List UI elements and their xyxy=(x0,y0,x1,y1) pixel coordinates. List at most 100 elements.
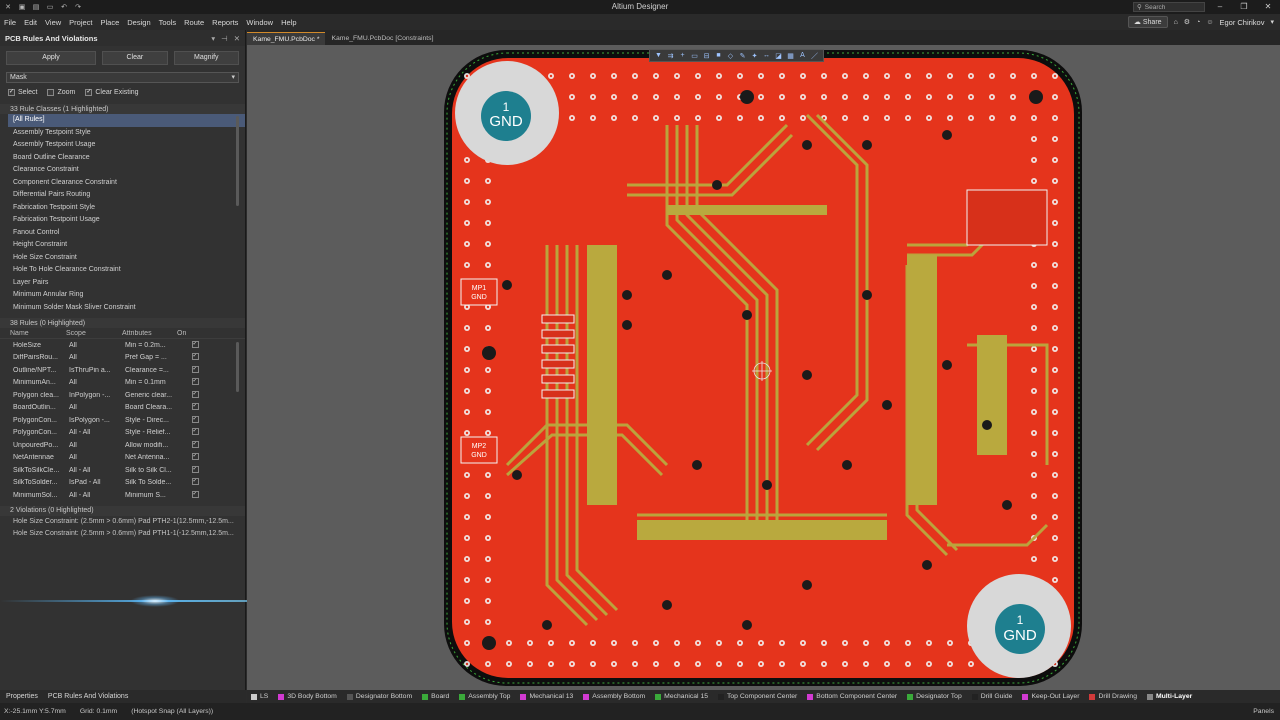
table-row[interactable]: Polygon clea... InPolygon -... Generic cle… xyxy=(0,389,245,402)
rule-enabled-checkbox[interactable]: ✓ xyxy=(180,390,210,400)
dimension-icon[interactable]: ↔ xyxy=(762,52,771,59)
table-row[interactable]: BoardOutlin... All Board Cleara... ✓ xyxy=(0,402,245,415)
table-row[interactable]: UnpouredPo... All Allow modifi... ✓ xyxy=(0,439,245,452)
layer-tab[interactable]: Mechanical 13 xyxy=(520,693,573,700)
line-icon[interactable]: ／ xyxy=(810,51,819,61)
col-name[interactable]: Name xyxy=(10,330,66,337)
undo-icon[interactable]: ↶ xyxy=(60,3,68,11)
menu-help[interactable]: Help xyxy=(281,18,296,27)
text-icon[interactable]: A xyxy=(798,52,807,59)
layer-tab[interactable]: Assembly Bottom xyxy=(583,693,645,700)
menu-file[interactable]: File xyxy=(4,18,16,27)
rule-class-item[interactable]: [All Rules] xyxy=(8,114,245,127)
close-icon[interactable]: ✕ xyxy=(234,34,240,43)
table-row[interactable]: HoleSize All Min = 0.2m... ✓ xyxy=(0,339,245,352)
menu-design[interactable]: Design xyxy=(127,18,150,27)
rule-class-item[interactable]: Fabrication Testpoint Usage xyxy=(8,214,245,227)
filter-icon[interactable]: ▼ xyxy=(654,52,663,59)
app-menu-icon[interactable]: ✕ xyxy=(4,3,12,11)
rule-enabled-checkbox[interactable]: ✓ xyxy=(180,340,210,350)
rule-class-item[interactable]: Minimum Annular Ring xyxy=(8,289,245,302)
highlight-icon[interactable]: ✦ xyxy=(750,52,759,60)
rule-classes-scrollbar[interactable] xyxy=(236,116,239,206)
tab-pcbdoc[interactable]: Kame_FMU.PcbDoc * xyxy=(247,32,326,45)
rule-enabled-checkbox[interactable]: ✓ xyxy=(180,478,210,487)
table-row[interactable]: NetAntennae All Net Antenna... ✓ xyxy=(0,452,245,465)
table-row[interactable]: PolygonCon... IsPolygon -... Style - Direc… xyxy=(0,414,245,427)
select-rect-icon[interactable]: ▭ xyxy=(690,52,699,60)
select-checkbox[interactable]: ✓ Select xyxy=(8,89,37,96)
menu-reports[interactable]: Reports xyxy=(212,18,238,27)
rules-scrollbar[interactable] xyxy=(236,342,239,392)
layer-tab[interactable]: Drill Guide xyxy=(971,693,1012,700)
col-on[interactable]: On xyxy=(177,330,207,337)
layer-tab[interactable]: 3D Body Bottom xyxy=(278,693,337,700)
fill-icon[interactable]: ■ xyxy=(714,52,723,59)
redo-icon[interactable]: ↷ xyxy=(74,3,82,11)
polygon-icon[interactable]: ◇ xyxy=(726,52,735,60)
panel-menu-icon[interactable]: ▾ xyxy=(211,34,215,43)
table-row[interactable]: PolygonCon... All - All Style - Relief... ✓ xyxy=(0,427,245,440)
layer-tab[interactable]: Keep-Out Layer xyxy=(1022,693,1079,700)
rule-class-item[interactable]: Height Constraint xyxy=(8,239,245,252)
clear-existing-checkbox[interactable]: ✓ Clear Existing xyxy=(85,89,139,96)
region-icon[interactable]: ◪ xyxy=(774,52,783,60)
table-row[interactable]: SilkToSolder... IsPad - All Silk To Solde.… xyxy=(0,477,245,490)
rule-enabled-checkbox[interactable]: ✓ xyxy=(180,403,210,412)
place-component-icon[interactable]: + xyxy=(678,52,687,59)
rule-class-item[interactable]: Board Outline Clearance xyxy=(8,152,245,165)
tab-properties[interactable]: Properties xyxy=(6,693,38,700)
interactive-route-icon[interactable]: ⇉ xyxy=(666,52,675,60)
pen-icon[interactable]: ✎ xyxy=(738,52,747,60)
rule-class-item[interactable]: Component Clearance Constraint xyxy=(8,177,245,190)
chevron-down-icon[interactable]: ▾ xyxy=(1270,18,1274,26)
gear-icon[interactable]: ⚙ xyxy=(1184,18,1190,26)
apply-button[interactable]: Apply xyxy=(6,51,97,65)
menu-place[interactable]: Place xyxy=(101,18,120,27)
user-icon[interactable]: ☺ xyxy=(1206,19,1213,26)
col-scope[interactable]: Scope xyxy=(66,330,122,337)
layer-tab[interactable]: Multi-Layer xyxy=(1146,693,1192,700)
menu-tools[interactable]: Tools xyxy=(159,18,177,27)
restore-button[interactable]: ❐ xyxy=(1232,0,1256,14)
table-row[interactable]: DiffPairsRou... All Pref Gap = ... ✓ xyxy=(0,352,245,365)
rule-class-item[interactable]: Clearance Constraint xyxy=(8,164,245,177)
search-input[interactable]: ⚲ Search xyxy=(1133,2,1205,12)
menu-route[interactable]: Route xyxy=(184,18,204,27)
menu-edit[interactable]: Edit xyxy=(24,18,37,27)
clear-button[interactable]: Clear xyxy=(102,51,168,65)
rule-enabled-checkbox[interactable]: ✓ xyxy=(180,353,210,362)
rule-class-item[interactable]: Hole To Hole Clearance Constraint xyxy=(8,264,245,277)
violation-item[interactable]: Hole Size Constraint: (2.5mm > 0.6mm) Pa… xyxy=(0,516,245,529)
rule-class-item[interactable]: Fabrication Testpoint Style xyxy=(8,202,245,215)
table-row[interactable]: Outline/NPT... IsThruPin a... Clearance =.… xyxy=(0,364,245,377)
rule-class-item[interactable]: Hole Size Constraint xyxy=(8,252,245,265)
mode-select[interactable]: Mask ▾ xyxy=(6,72,239,83)
save-all-icon[interactable]: ▤ xyxy=(32,3,40,11)
rule-class-item[interactable]: Assembly Testpoint Style xyxy=(8,127,245,140)
rule-enabled-checkbox[interactable]: ✓ xyxy=(180,365,210,375)
panels-button[interactable]: Panels xyxy=(1253,708,1280,715)
save-icon[interactable]: ▣ xyxy=(18,3,26,11)
rule-class-item[interactable]: Fanout Control xyxy=(8,227,245,240)
shape-icon[interactable]: ▦ xyxy=(786,52,795,60)
rule-class-item[interactable]: Assembly Testpoint Usage xyxy=(8,139,245,152)
tab-constraints[interactable]: Kame_FMU.PcbDoc [Constraints] xyxy=(325,32,439,45)
rule-enabled-checkbox[interactable]: ✓ xyxy=(180,378,210,387)
magnify-button[interactable]: Magnify xyxy=(173,51,239,65)
col-attributes[interactable]: Attributes xyxy=(122,330,177,337)
tab-pcb-rules[interactable]: PCB Rules And Violations xyxy=(48,693,128,700)
table-row[interactable]: MinimumSol... All - All Minimum S... ✓ xyxy=(0,489,245,502)
rule-enabled-checkbox[interactable]: ✓ xyxy=(180,428,210,437)
pcb-canvas[interactable]: 1 GND 1 GND MP1 GND MP2 GND ▼ ⇉ + ▭ ⊟ ■ … xyxy=(247,45,1280,690)
open-icon[interactable]: ▭ xyxy=(46,3,54,11)
layer-tab[interactable]: Designator Top xyxy=(907,693,962,700)
layer-tab[interactable]: Assembly Top xyxy=(459,693,510,700)
rule-enabled-checkbox[interactable]: ✓ xyxy=(180,465,210,475)
rule-enabled-checkbox[interactable]: ✓ xyxy=(180,490,210,500)
rule-enabled-checkbox[interactable]: ✓ xyxy=(180,453,210,462)
rule-class-item[interactable]: Differential Pairs Routing xyxy=(8,189,245,202)
rule-class-item[interactable]: Minimum Solder Mask Sliver Constraint xyxy=(8,302,245,315)
table-row[interactable]: SilkToSilkCle... All - All Silk to Silk Cl… xyxy=(0,464,245,477)
menu-project[interactable]: Project xyxy=(69,18,92,27)
